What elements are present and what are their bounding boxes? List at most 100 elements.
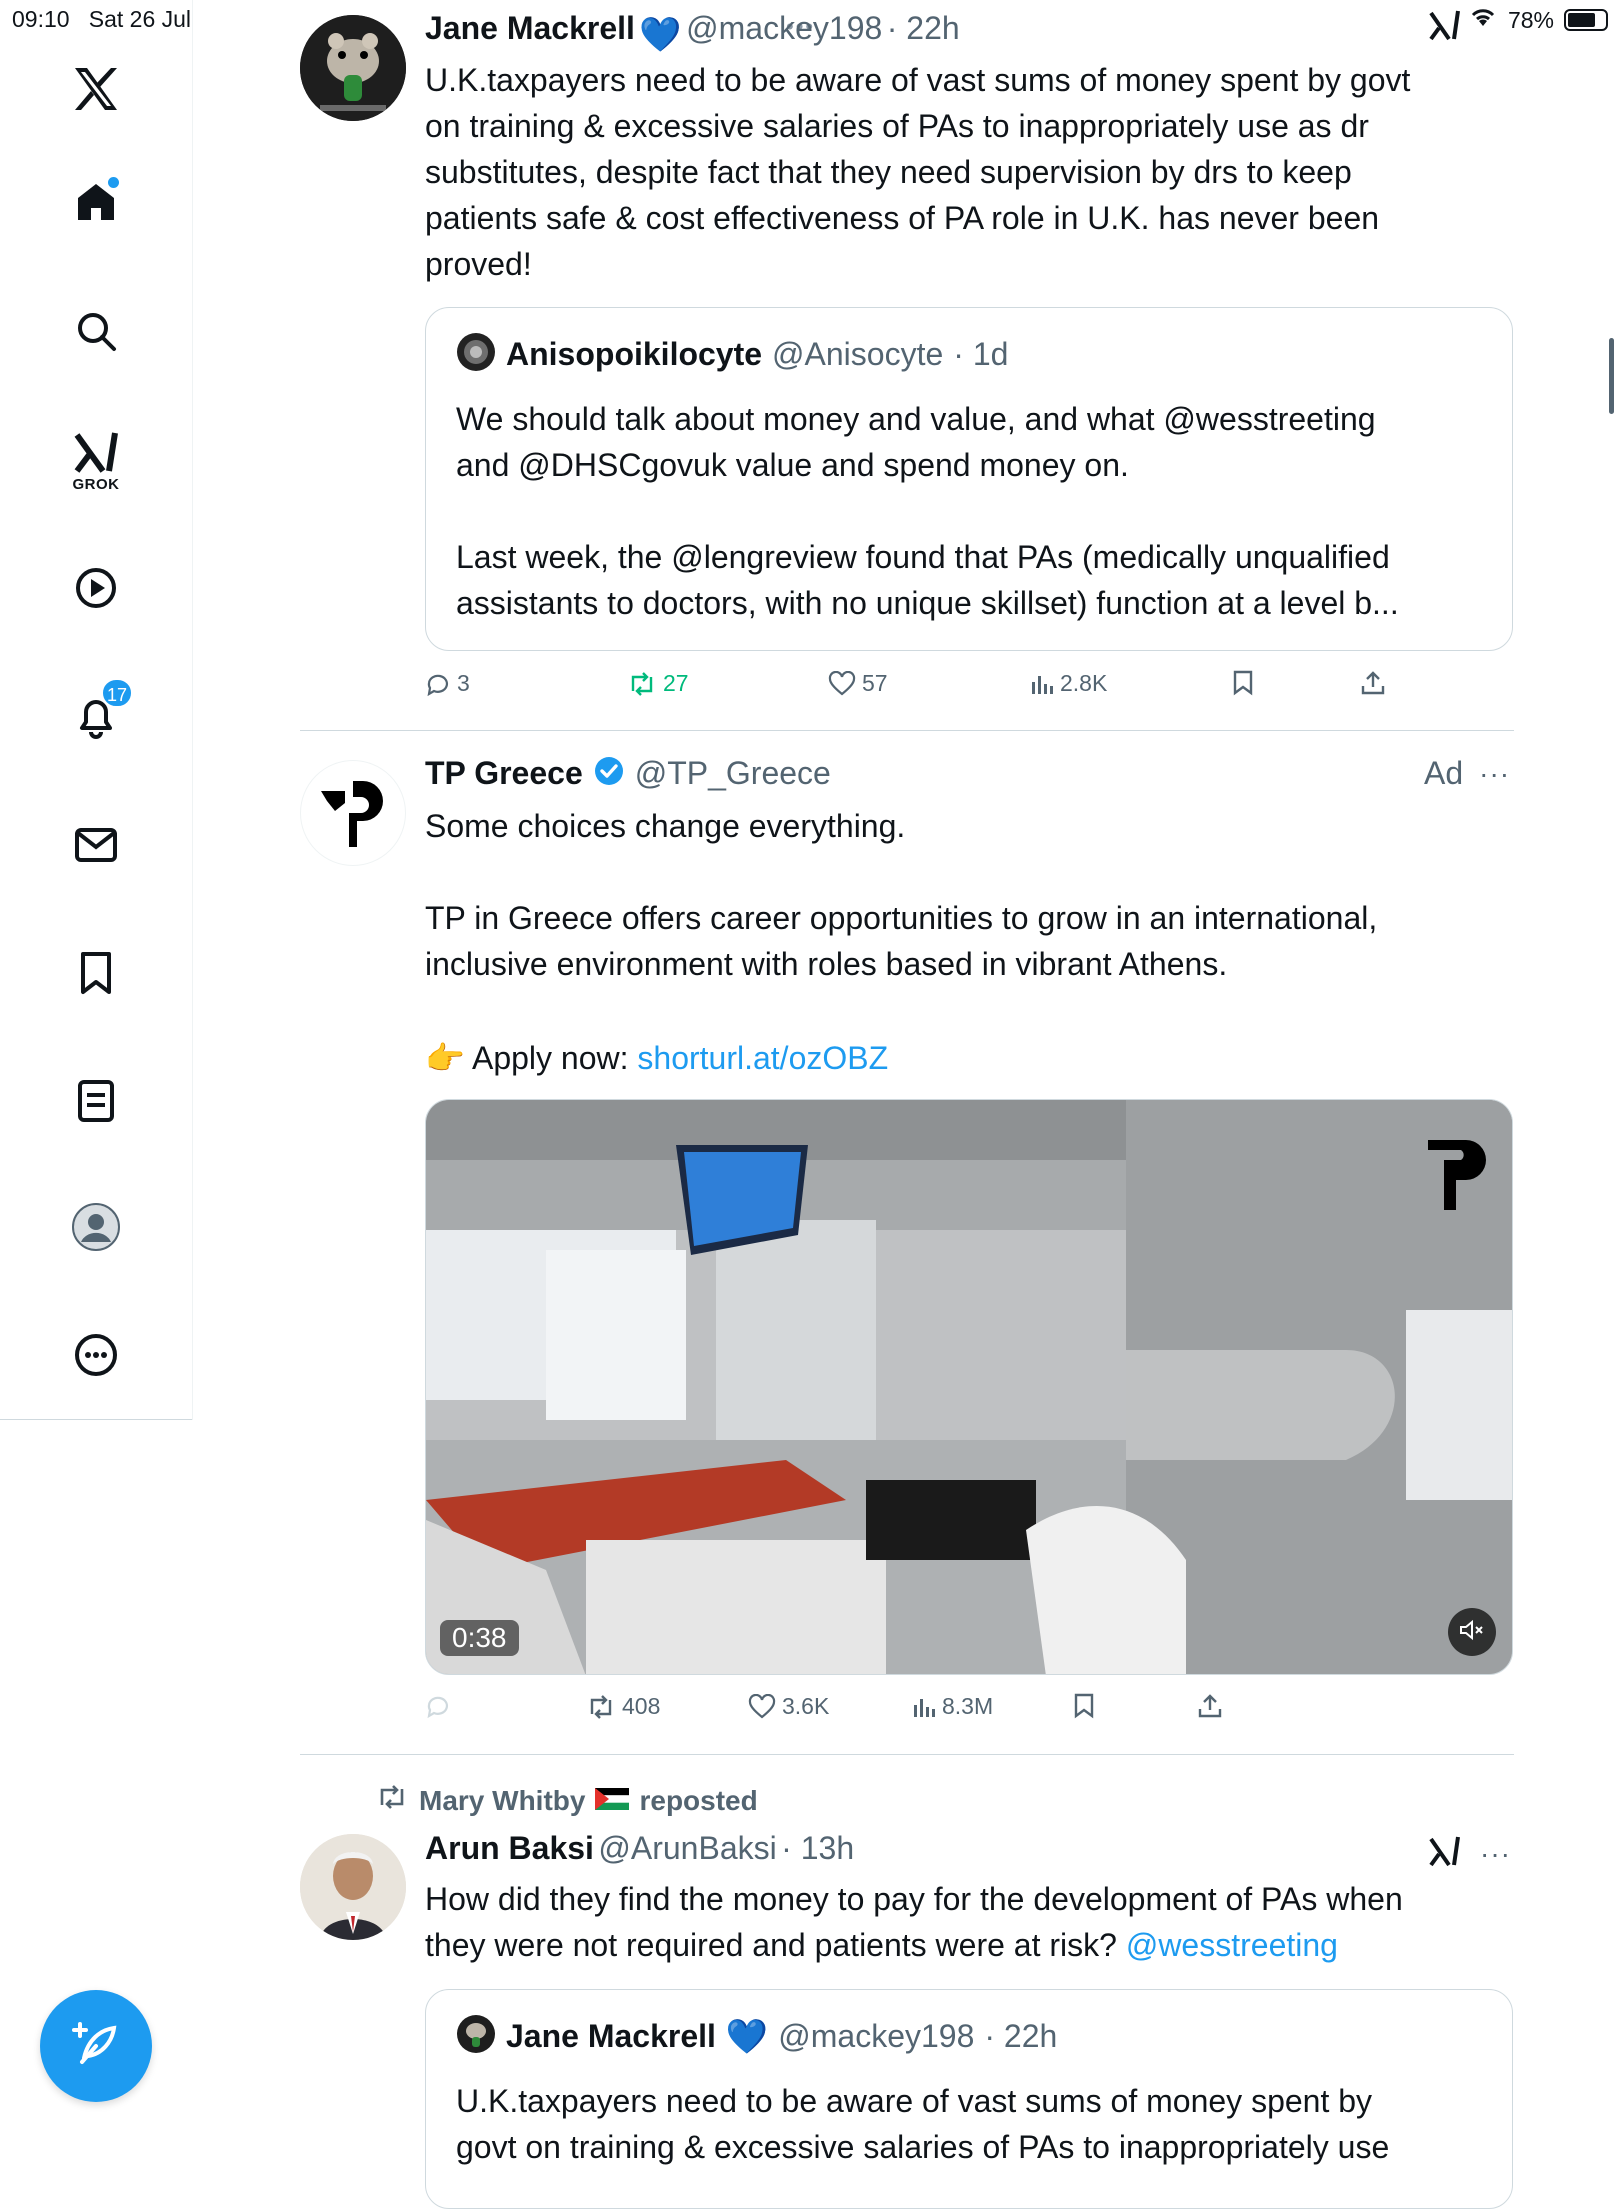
author-handle[interactable]: @ArunBaksi — [598, 1830, 776, 1866]
x-logo-icon[interactable] — [71, 64, 121, 114]
repost-count: 27 — [663, 670, 689, 696]
battery-percent: 78% — [1507, 6, 1554, 33]
wifi-icon — [1468, 6, 1498, 34]
home-unread-dot — [108, 177, 119, 188]
scroll-indicator[interactable] — [1609, 338, 1614, 414]
palestine-flag-icon — [595, 1785, 630, 1817]
like-count: 3.6K — [782, 1693, 830, 1719]
ad-label: Ad — [1424, 755, 1464, 791]
tweet-time: · 13h — [781, 1830, 855, 1866]
grok-explain-icon[interactable] — [1428, 8, 1462, 47]
quote-tweet[interactable]: Anisopoikilocyte @Anisocyte · 1d We shou… — [425, 307, 1513, 651]
more-options-icon[interactable]: ··· — [1480, 1838, 1511, 1870]
quote-text: U.K.taxpayers need to be aware of vast s… — [456, 2083, 1390, 2165]
avatar[interactable] — [300, 760, 406, 866]
tweet-text: U.K.taxpayers need to be aware of vast s… — [425, 62, 1411, 282]
quote-time: · 22h — [984, 2018, 1058, 2054]
views-count: 8.3M — [942, 1693, 994, 1719]
quote-author-handle: @mackey198 — [778, 2018, 975, 2054]
blue-heart-icon: 💙 — [639, 15, 682, 54]
apply-link[interactable]: shorturl.at/ozOBZ — [637, 1040, 888, 1076]
quote-text: We should talk about money and value, an… — [456, 401, 1399, 621]
tweet-top-actions: ··· — [1428, 1834, 1511, 1873]
notifications-icon[interactable]: 17 — [71, 678, 134, 742]
bookmark-button[interactable] — [1073, 1693, 1095, 1719]
quote-time: · 1d — [953, 336, 1009, 372]
sidebar-divider — [0, 1419, 192, 1420]
profile-icon[interactable] — [71, 1202, 121, 1252]
grok-label: GROK — [72, 476, 120, 493]
video-player[interactable]: 0:38 — [425, 1099, 1513, 1675]
notifications-badge: 17 — [101, 678, 134, 708]
lists-icon[interactable] — [71, 1076, 121, 1126]
mention-link[interactable]: @wesstreeting — [1126, 1927, 1338, 1963]
apply-line: 👉 Apply now: shorturl.at/ozOBZ — [425, 1035, 888, 1081]
tweet-divider — [300, 730, 1514, 731]
repost-label: reposted — [639, 1784, 758, 1816]
quote-avatar — [456, 332, 496, 377]
tweet-header: Jane Mackrell 💙 @mackey198 · 22h — [425, 10, 960, 55]
quote-author-name: Jane Mackrell — [506, 2018, 716, 2054]
video-duration: 0:38 — [440, 1620, 519, 1656]
compose-feather-icon — [70, 2018, 122, 2075]
video-icon[interactable] — [71, 563, 121, 613]
views-count: 2.8K — [1060, 670, 1108, 696]
home-icon[interactable] — [71, 177, 121, 227]
battery-icon — [1564, 9, 1608, 31]
quote-author-handle: @Anisocyte — [772, 336, 944, 372]
grok-icon[interactable]: GROK — [71, 428, 121, 493]
video-frame — [426, 1100, 1512, 1674]
compose-button[interactable] — [40, 1990, 152, 2102]
repost-button[interactable]: 408 — [586, 1693, 660, 1720]
speaker-muted-icon — [1458, 1618, 1486, 1647]
repost-context[interactable]: Mary Whitby reposted — [375, 1783, 758, 1818]
quote-header: Anisopoikilocyte @Anisocyte · 1d — [456, 332, 1008, 377]
like-button[interactable]: 57 — [828, 670, 888, 697]
more-options-icon[interactable]: ··· — [1479, 758, 1510, 790]
apply-prefix: Apply now: — [471, 1040, 638, 1076]
bookmarks-icon[interactable] — [71, 948, 121, 998]
quote-tweet[interactable]: Jane Mackrell 💙 @mackey198 · 22h U.K.tax… — [425, 1989, 1513, 2209]
share-button[interactable] — [1197, 1693, 1223, 1719]
repost-button[interactable]: 27 — [627, 670, 689, 697]
grok-explain-icon[interactable] — [1428, 1834, 1462, 1873]
status-indicators: 78% — [1468, 6, 1608, 34]
verified-badge-icon — [593, 755, 625, 792]
tweet-text: How did they find the money to pay for t… — [425, 1876, 1515, 1968]
repost-icon — [375, 1783, 409, 1818]
reposter-name: Mary Whitby — [419, 1784, 586, 1816]
author-handle[interactable]: @mackey198 — [686, 10, 882, 46]
avatar[interactable] — [300, 15, 406, 121]
messages-icon[interactable] — [71, 820, 121, 870]
tweet-divider — [300, 1754, 1514, 1755]
tweet-header: TP Greece @TP_Greece — [425, 755, 831, 792]
reply-button[interactable] — [425, 1693, 451, 1719]
bookmark-button[interactable] — [1232, 670, 1254, 696]
mute-button[interactable] — [1448, 1608, 1496, 1656]
author-name[interactable]: TP Greece — [425, 755, 583, 792]
author-name[interactable]: Arun Baksi — [425, 1830, 594, 1866]
quote-avatar — [456, 2014, 496, 2059]
views-button[interactable]: 8.3M — [912, 1693, 993, 1720]
search-icon[interactable] — [71, 306, 121, 356]
reply-button[interactable]: 3 — [425, 670, 470, 697]
author-name[interactable]: Jane Mackrell — [425, 10, 635, 46]
quote-author-name: Anisopoikilocyte — [506, 336, 763, 372]
reply-count: 3 — [457, 670, 470, 696]
pointing-hand-icon: 👉 — [425, 1040, 465, 1076]
avatar[interactable] — [300, 1834, 406, 1940]
quote-header: Jane Mackrell 💙 @mackey198 · 22h — [456, 2014, 1057, 2059]
tweet-text: Some choices change everything. TP in Gr… — [425, 808, 1378, 982]
tweet-actions: 408 3.6K 8.3M — [425, 1693, 1515, 1733]
more-icon[interactable] — [71, 1330, 121, 1380]
like-button[interactable]: 3.6K — [748, 1693, 829, 1720]
blue-heart-icon: 💙 — [725, 2017, 769, 2056]
tweet-time: · 22h — [886, 10, 960, 46]
like-count: 57 — [862, 670, 888, 696]
views-button[interactable]: 2.8K — [1030, 670, 1107, 697]
ad-label-row: Ad ··· — [1424, 755, 1510, 792]
repost-count: 408 — [622, 1693, 661, 1719]
tweet-header: Arun Baksi @ArunBaksi · 13h — [425, 1830, 854, 1867]
author-handle[interactable]: @TP_Greece — [635, 755, 831, 792]
share-button[interactable] — [1360, 670, 1386, 696]
